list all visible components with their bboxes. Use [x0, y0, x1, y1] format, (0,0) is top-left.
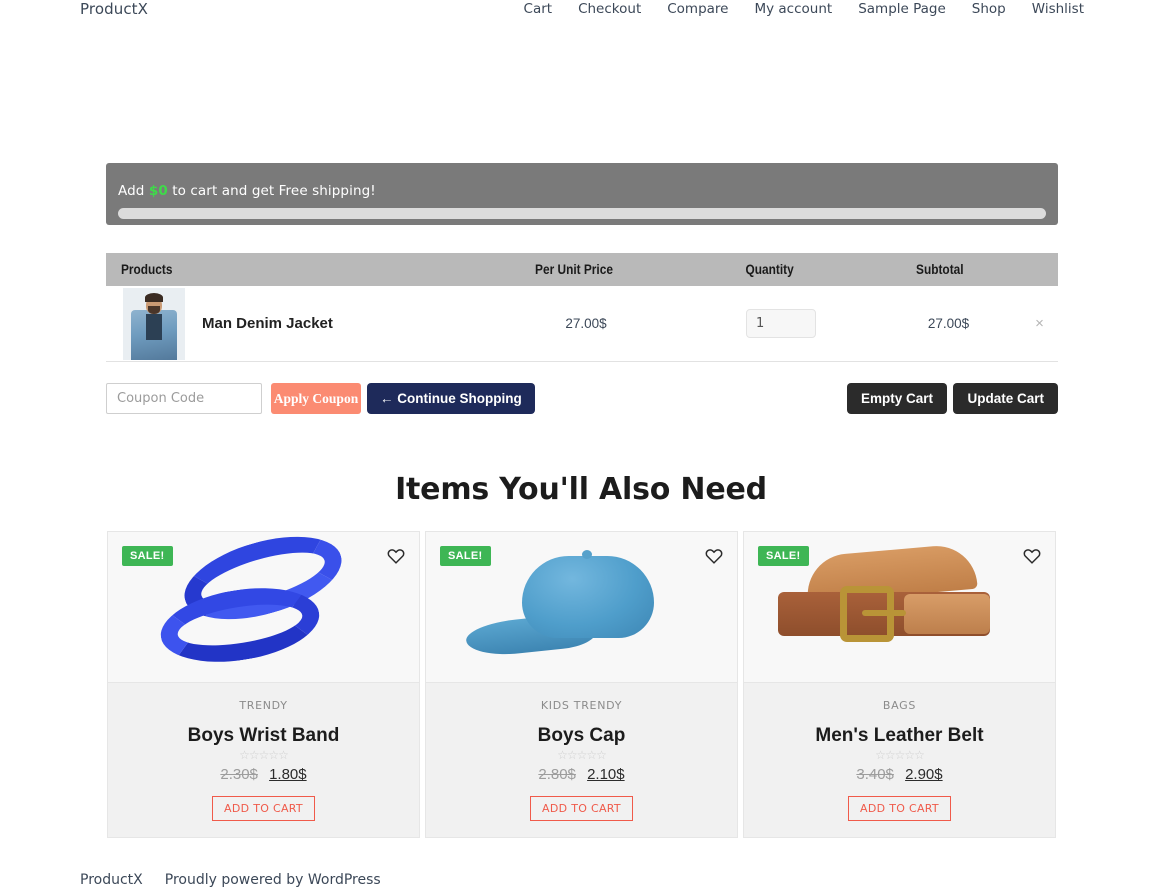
- heart-icon[interactable]: [705, 546, 723, 564]
- update-cart-button[interactable]: Update Cart: [953, 383, 1058, 414]
- add-to-cart-button[interactable]: ADD TO CART: [212, 796, 315, 821]
- nav-item-checkout[interactable]: Checkout: [578, 1, 641, 17]
- site-header: ProductX Cart Checkout Compare My accoun…: [0, 0, 1162, 28]
- nav-item-compare[interactable]: Compare: [667, 1, 728, 17]
- cart-subtotal: 27.00$: [927, 316, 970, 331]
- product-title[interactable]: Boys Cap: [426, 725, 737, 747]
- product-card-boys-cap[interactable]: SALE! KIDS TRENDY Boys Cap ☆☆☆☆☆ 2.80$ 2…: [425, 531, 738, 838]
- product-card-body: TRENDY Boys Wrist Band ☆☆☆☆☆ 2.30$ 1.80$…: [108, 682, 419, 837]
- quantity-stepper[interactable]: [746, 309, 816, 338]
- product-thumbnail-image[interactable]: [123, 287, 185, 360]
- sale-price: 2.90$: [905, 766, 943, 783]
- cart-table-header: Products Per Unit Price Quantity Subtota…: [106, 253, 1058, 286]
- product-title[interactable]: Boys Wrist Band: [108, 725, 419, 747]
- original-price: 2.30$: [220, 766, 258, 783]
- cart-product-name-link[interactable]: Man Denim Jacket: [202, 315, 333, 332]
- table-row: Man Denim Jacket 27.00$ 27.00$ ×: [106, 286, 1058, 362]
- product-category: BAGS: [882, 699, 917, 712]
- product-price-group: 2.30$ 1.80$: [108, 766, 419, 783]
- sale-price: 1.80$: [269, 766, 307, 783]
- main-navigation: Cart Checkout Compare My account Sample …: [524, 1, 1084, 17]
- star-rating: ☆☆☆☆☆: [557, 748, 607, 762]
- cart-actions-bar: Apply Coupon ← Continue Shopping Empty C…: [106, 383, 1058, 415]
- cart-unit-price: 27.00$: [565, 316, 607, 331]
- product-card-media: SALE!: [744, 532, 1055, 682]
- free-shipping-progress-bar: [118, 208, 1046, 219]
- footer-brand-link[interactable]: ProductX: [80, 872, 143, 888]
- product-price-group: 3.40$ 2.90$: [744, 766, 1055, 783]
- site-footer: ProductX Proudly powered by WordPress: [80, 872, 381, 888]
- column-header-unit-price: Per Unit Price: [535, 262, 613, 277]
- product-price-group: 2.80$ 2.10$: [426, 766, 737, 783]
- nav-item-sample-page[interactable]: Sample Page: [858, 1, 946, 17]
- star-rating: ☆☆☆☆☆: [239, 748, 289, 762]
- column-header-products: Products: [120, 262, 173, 277]
- original-price: 3.40$: [856, 766, 894, 783]
- product-card-media: SALE!: [108, 532, 419, 682]
- continue-shopping-button[interactable]: ← Continue Shopping: [367, 383, 535, 414]
- shipping-text-before: Add: [118, 183, 145, 199]
- add-to-cart-button[interactable]: ADD TO CART: [848, 796, 951, 821]
- sale-badge: SALE!: [758, 546, 809, 566]
- nav-item-my-account[interactable]: My account: [754, 1, 832, 17]
- nav-item-wishlist[interactable]: Wishlist: [1032, 1, 1084, 17]
- sale-price: 2.10$: [587, 766, 625, 783]
- cart-product-cell: Man Denim Jacket: [106, 287, 486, 360]
- sale-badge: SALE!: [440, 546, 491, 566]
- apply-coupon-button[interactable]: Apply Coupon: [271, 383, 361, 414]
- upsell-product-grid: SALE! TRENDY Boys Wrist Band ☆☆☆☆☆ 2.30$…: [107, 531, 1057, 838]
- column-header-quantity: Quantity: [745, 262, 794, 277]
- shipping-text-after: to cart and get Free shipping!: [172, 183, 376, 199]
- add-to-cart-button[interactable]: ADD TO CART: [530, 796, 633, 821]
- product-card-boys-wrist-band[interactable]: SALE! TRENDY Boys Wrist Band ☆☆☆☆☆ 2.30$…: [107, 531, 420, 838]
- product-title[interactable]: Men's Leather Belt: [744, 725, 1055, 747]
- star-rating: ☆☆☆☆☆: [875, 748, 925, 762]
- site-brand-link[interactable]: ProductX: [80, 0, 148, 18]
- product-category: TRENDY: [239, 699, 288, 712]
- heart-icon[interactable]: [387, 546, 405, 564]
- product-card-body: KIDS TRENDY Boys Cap ☆☆☆☆☆ 2.80$ 2.10$ A…: [426, 682, 737, 837]
- remove-item-button[interactable]: ×: [1021, 315, 1058, 332]
- cart-table: Products Per Unit Price Quantity Subtota…: [106, 253, 1058, 362]
- original-price: 2.80$: [538, 766, 576, 783]
- column-header-subtotal: Subtotal: [916, 262, 964, 277]
- product-card-mens-leather-belt[interactable]: SALE! BAGS Men's Leather Belt ☆☆☆☆☆ 3.40…: [743, 531, 1056, 838]
- free-shipping-banner: Add $0 to cart and get Free shipping!: [106, 163, 1058, 225]
- upsell-section-title: Items You'll Also Need: [395, 472, 767, 507]
- footer-wordpress-credit[interactable]: Proudly powered by WordPress: [165, 872, 381, 888]
- product-category: KIDS TRENDY: [540, 699, 623, 712]
- empty-cart-button[interactable]: Empty Cart: [846, 383, 947, 414]
- free-shipping-message: Add $0 to cart and get Free shipping!: [118, 183, 1046, 199]
- shipping-amount-remaining: $0: [148, 183, 168, 199]
- nav-item-cart[interactable]: Cart: [524, 1, 553, 17]
- heart-icon[interactable]: [1023, 546, 1041, 564]
- product-card-media: SALE!: [426, 532, 737, 682]
- cart-quantity-cell: [686, 309, 876, 338]
- sale-badge: SALE!: [122, 546, 173, 566]
- nav-item-shop[interactable]: Shop: [972, 1, 1006, 17]
- coupon-code-input[interactable]: [106, 383, 262, 414]
- product-card-body: BAGS Men's Leather Belt ☆☆☆☆☆ 3.40$ 2.90…: [744, 682, 1055, 837]
